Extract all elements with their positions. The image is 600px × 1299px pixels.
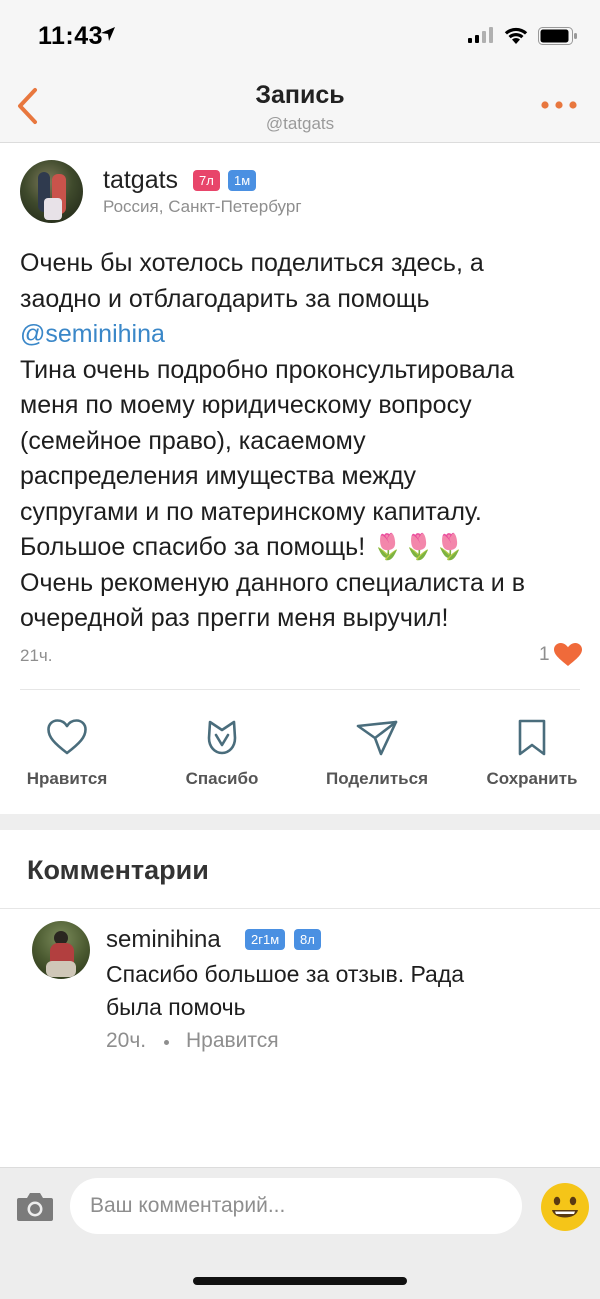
share-button[interactable]: Поделиться — [317, 714, 437, 794]
status-time: 11:43 — [38, 22, 104, 50]
save-button[interactable]: Сохранить — [472, 714, 592, 794]
comment-author-badge: 2г1м — [245, 929, 286, 950]
divider — [0, 908, 600, 909]
like-button-label: Нравится — [26, 769, 108, 788]
section-separator — [0, 814, 600, 830]
comment-text: Спасибо большое за отзыв. Рада была помо… — [106, 961, 465, 1020]
mention-link[interactable]: @seminihina — [20, 320, 165, 348]
post-timestamp: 21ч. — [20, 646, 53, 665]
comments-heading: Комментарии — [27, 855, 209, 885]
tulip-icon — [207, 720, 237, 755]
send-paper-plane-icon — [356, 720, 398, 756]
author-badge-child-age: 1м — [228, 170, 257, 191]
page-title: Запись — [255, 81, 345, 109]
avatar-photo-figure — [46, 961, 76, 977]
divider — [20, 689, 580, 690]
more-options-icon[interactable] — [540, 98, 578, 112]
status-bar: 11:43 — [0, 0, 600, 70]
post-text-part: Тина очень подробно проконсультировала м… — [20, 355, 525, 633]
heart-filled-icon — [554, 643, 582, 666]
like-button[interactable]: Нравится — [7, 714, 127, 794]
post-author-username[interactable]: tatgats — [103, 166, 178, 195]
post-text-part: Очень бы хотелось поделиться здесь, а за… — [20, 249, 484, 313]
share-button-label: Поделиться — [325, 769, 429, 788]
comment-timestamp: 20ч. — [106, 1029, 147, 1052]
location-arrow-icon — [101, 27, 115, 41]
post-body: Очень бы хотелось поделиться здесь, а за… — [20, 246, 580, 637]
camera-icon[interactable] — [16, 1190, 54, 1222]
wifi-icon — [504, 27, 528, 44]
author-badge-age: 7л — [193, 170, 220, 191]
page-subtitle: @tatgats — [265, 114, 335, 133]
nav-bar: Запись @tatgats — [0, 70, 600, 143]
post-author-avatar[interactable] — [20, 160, 83, 223]
emoji-smiley-icon[interactable] — [540, 1182, 590, 1232]
battery-icon — [538, 27, 577, 45]
cellular-signal-icon — [468, 27, 493, 43]
bookmark-icon — [518, 719, 546, 756]
comment-input[interactable] — [70, 1178, 522, 1234]
thanks-button[interactable]: Спасибо — [162, 714, 282, 794]
home-indicator — [193, 1277, 407, 1285]
like-count: 1 — [539, 644, 550, 665]
save-button-label: Сохранить — [486, 769, 578, 788]
comment-author-avatar[interactable] — [32, 921, 90, 979]
post-author-location: Россия, Санкт-Петербург — [103, 197, 302, 216]
comment-author-username[interactable]: seminihina — [106, 926, 221, 954]
heart-outline-icon — [47, 719, 87, 755]
avatar-photo-figure — [44, 198, 62, 220]
comment-like-button[interactable]: Нравится — [186, 1029, 279, 1053]
comment-author-badge: 8л — [294, 929, 321, 950]
thanks-button-label: Спасибо — [185, 769, 259, 788]
separator-dot — [164, 1040, 169, 1045]
